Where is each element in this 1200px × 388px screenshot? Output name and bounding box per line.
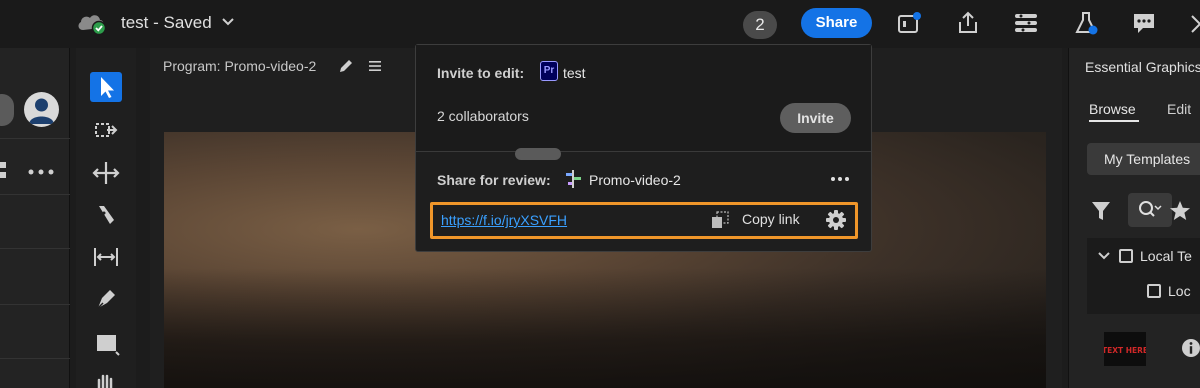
beta-flask-icon[interactable] (1073, 10, 1099, 36)
info-icon[interactable] (1181, 338, 1200, 358)
sequence-icon (566, 170, 581, 188)
section-divider (416, 151, 871, 152)
chevron-down-icon[interactable] (1097, 249, 1111, 263)
search-input[interactable] (1128, 193, 1172, 227)
review-link[interactable]: https://f.io/jryXSVFH (441, 212, 567, 228)
tab-edit[interactable]: Edit (1167, 101, 1191, 117)
panel-menu-icon[interactable] (368, 60, 382, 72)
more-icon-partial[interactable] (1188, 10, 1200, 36)
invite-to-edit-label: Invite to edit: (437, 65, 525, 81)
invite-project-name: test (563, 65, 586, 81)
template-thumbnail-image: TEXT HERE (1102, 346, 1148, 355)
tree-child-label: Loc (1168, 283, 1191, 299)
slip-tool-icon[interactable] (90, 242, 122, 272)
templates-dropdown[interactable]: My Templates (1087, 143, 1200, 175)
video-frame-shading (164, 268, 1046, 388)
more-options-icon[interactable] (27, 168, 57, 176)
document-title[interactable]: test - Saved (121, 13, 212, 33)
hand-tool-icon[interactable] (90, 368, 122, 388)
folder-checkbox[interactable] (1119, 249, 1133, 263)
search-icon (1139, 201, 1162, 217)
tab-browse[interactable]: Browse (1089, 101, 1136, 117)
essential-graphics-panel: Essential Graphics Browse Edit My Templa… (1068, 48, 1200, 388)
avatar[interactable] (24, 92, 59, 127)
premiere-project-icon: Pr (540, 61, 558, 81)
filter-icon[interactable] (1091, 200, 1111, 222)
template-tree: Local Te Loc (1087, 238, 1200, 314)
selection-tool[interactable] (90, 72, 122, 102)
left-panel (0, 48, 70, 388)
selection-tool-icon (101, 77, 114, 98)
razor-tool-icon[interactable] (90, 200, 122, 230)
review-link-row: https://f.io/jryXSVFH Copy link (430, 202, 858, 239)
program-monitor-title: Program: Promo-video-2 (163, 58, 317, 74)
ripple-edit-tool-icon[interactable] (90, 158, 122, 188)
list-view-icon[interactable] (0, 160, 8, 180)
avatar[interactable] (0, 94, 14, 126)
share-popover: Invite to edit: Pr test 2 collaborators … (415, 44, 872, 252)
gear-icon[interactable] (825, 209, 847, 231)
quick-export-icon[interactable] (897, 10, 923, 36)
review-sequence-name: Promo-video-2 (589, 172, 681, 188)
drag-handle[interactable] (515, 148, 561, 160)
comments-icon[interactable] (1131, 10, 1157, 36)
collaborator-count-badge[interactable]: 2 (743, 11, 777, 39)
invite-button[interactable]: Invite (780, 103, 851, 133)
active-tab-indicator (1089, 120, 1139, 122)
pen-tool-icon[interactable] (90, 284, 122, 314)
rectangle-tool-icon[interactable] (90, 328, 122, 358)
workspaces-icon[interactable] (1013, 10, 1039, 36)
tree-folder-row[interactable]: Local Te (1097, 248, 1192, 268)
copy-link-icon[interactable] (711, 211, 729, 229)
chevron-down-icon[interactable] (220, 14, 236, 30)
more-options-icon[interactable] (830, 175, 850, 183)
user-icon (29, 98, 54, 124)
collaborators-count-text[interactable]: 2 collaborators (437, 108, 529, 124)
copy-link-button[interactable]: Copy link (742, 211, 800, 227)
export-icon[interactable] (955, 10, 981, 36)
tools-panel (76, 48, 136, 388)
child-checkbox[interactable] (1147, 284, 1161, 298)
share-button[interactable]: Share (801, 8, 872, 38)
tree-child-row[interactable]: Loc (1147, 283, 1191, 303)
invite-section: Invite to edit: Pr test 2 collaborators … (416, 45, 871, 151)
star-icon[interactable] (1169, 200, 1191, 222)
track-select-tool-icon[interactable] (90, 116, 122, 146)
cloud-check-icon[interactable] (76, 11, 108, 35)
template-thumbnail[interactable]: TEXT HERE (1102, 332, 1148, 366)
panel-title: Essential Graphics (1085, 59, 1200, 75)
tree-folder-label: Local Te (1140, 248, 1192, 264)
top-bar: test - Saved 2 Share (0, 0, 1200, 48)
svg-text:TEXT HERE: TEXT HERE (1104, 346, 1146, 355)
share-for-review-label: Share for review: (437, 172, 551, 188)
pencil-icon[interactable] (338, 58, 354, 74)
